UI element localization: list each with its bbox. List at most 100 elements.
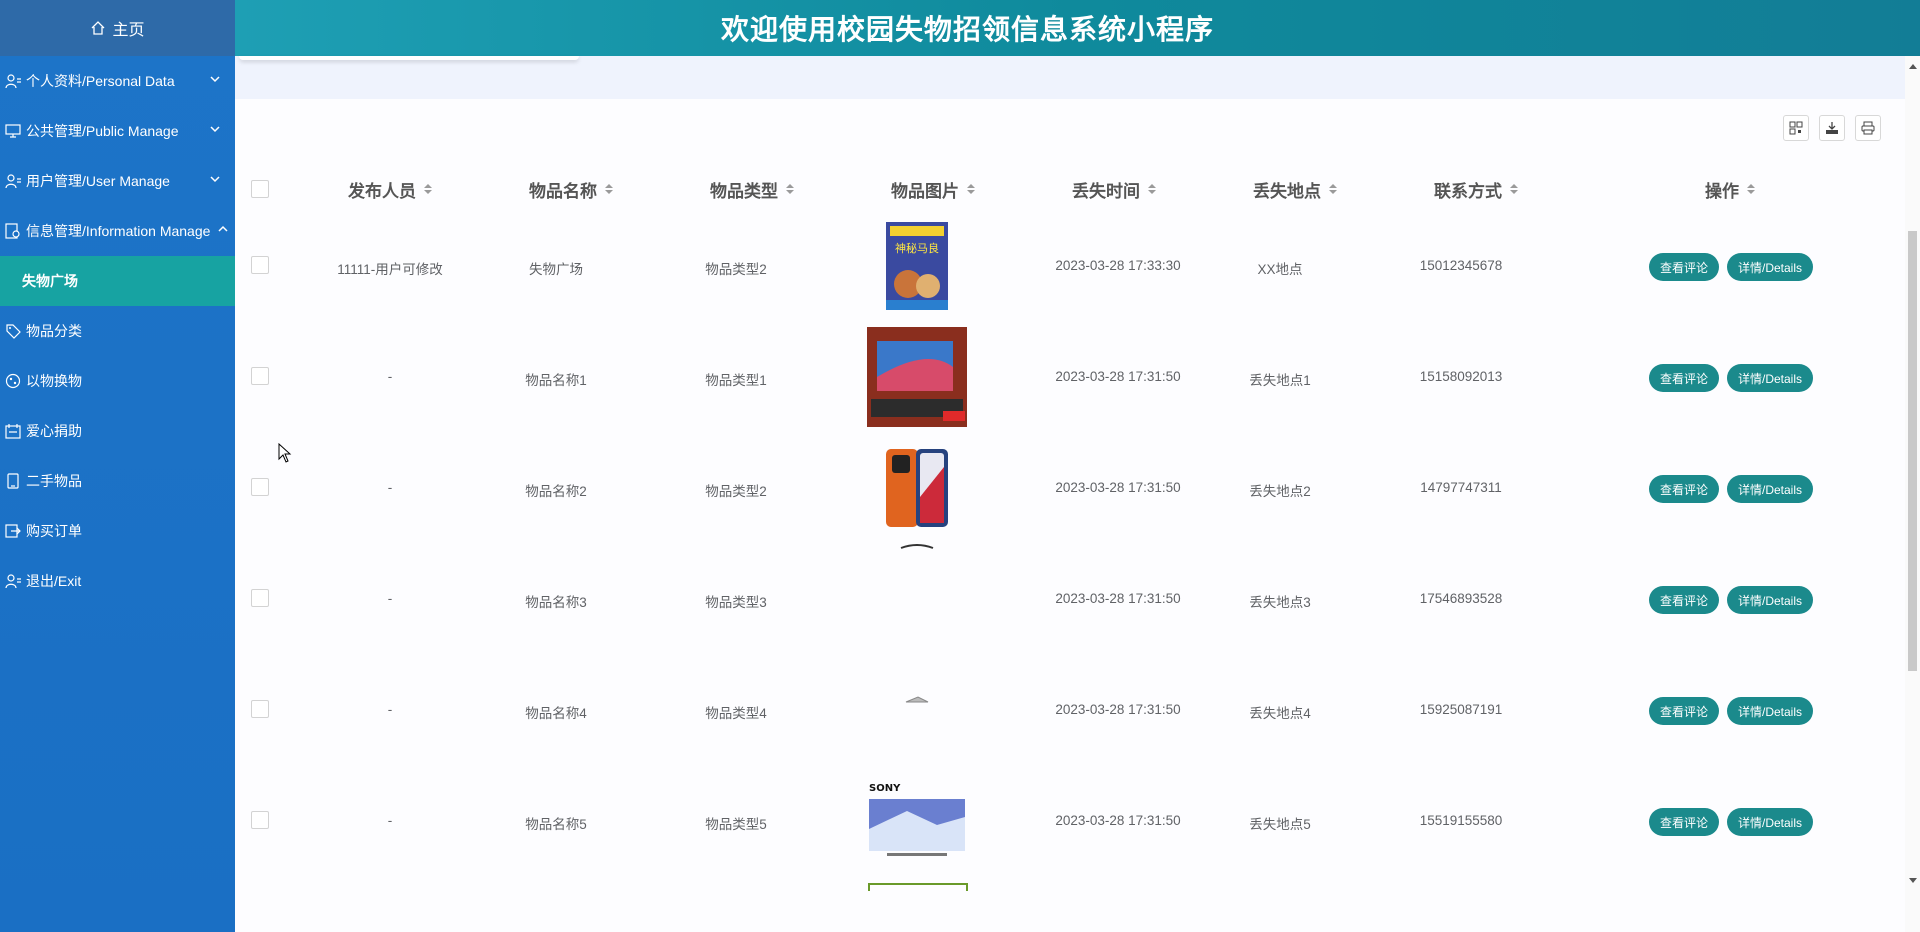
export-button[interactable] [1819, 115, 1845, 141]
details-button[interactable]: 详情/Details [1727, 253, 1813, 281]
sidebar-item-donation[interactable]: 爱心捐助 [0, 406, 235, 456]
vertical-scrollbar[interactable] [1905, 56, 1920, 932]
chevron-down-icon [210, 176, 220, 183]
cell-contact: 15158092013 [1419, 369, 1503, 384]
item-image-laptop[interactable] [867, 327, 967, 427]
item-image-tv[interactable]: SONY [867, 771, 967, 871]
cell-contact: 17546893528 [1419, 591, 1503, 606]
row-checkbox[interactable] [251, 811, 269, 829]
item-image-small-item[interactable] [867, 542, 967, 642]
phone-icon [4, 472, 22, 490]
item-image-small-item-2[interactable] [867, 650, 967, 750]
sidebar-item-public-manage[interactable]: 公共管理/Public Manage [0, 106, 235, 156]
logout-box-icon [4, 522, 22, 540]
view-comments-button[interactable]: 查看评论 [1649, 253, 1719, 281]
qrcode-icon [1789, 121, 1803, 135]
sidebar-item-label: 个人资料/Personal Data [26, 73, 175, 89]
sidebar-item-exchange[interactable]: 以物换物 [0, 356, 235, 406]
sidebar-item-personal-data[interactable]: 个人资料/Personal Data [0, 56, 235, 106]
details-button[interactable]: 详情/Details [1727, 697, 1813, 725]
home-label: 主页 [112, 22, 145, 39]
chevron-down-icon [210, 76, 220, 83]
row-actions: 查看评论 详情/Details [1649, 364, 1813, 392]
search-panel-edge [239, 56, 579, 60]
search-band [235, 56, 1905, 99]
table-toolbar [1783, 115, 1881, 141]
calendar-icon [4, 422, 22, 440]
row-checkbox[interactable] [251, 589, 269, 607]
sidebar-item-lost-square[interactable]: 失物广场 [0, 256, 235, 306]
sidebar-item-label: 爱心捐助 [26, 423, 82, 439]
qrcode-button[interactable] [1783, 115, 1809, 141]
th-item-image[interactable]: 物品图片 [833, 177, 1033, 202]
book-title-text: 神秘马良 [895, 241, 939, 255]
sidebar-item-item-category[interactable]: 物品分类 [0, 306, 235, 356]
details-button[interactable]: 详情/Details [1727, 364, 1813, 392]
row-actions: 查看评论 详情/Details [1649, 253, 1813, 281]
scroll-down-icon[interactable] [1909, 878, 1917, 883]
chevron-down-icon [210, 126, 220, 133]
sort-icon [424, 184, 432, 194]
exchange-icon [4, 372, 22, 390]
cell-lost-place: 丢失地点3 [1249, 595, 1311, 610]
view-comments-button[interactable]: 查看评论 [1649, 475, 1719, 503]
cell-item-name: 物品名称4 [525, 706, 587, 721]
user-icon [4, 572, 22, 590]
sidebar-item-information-manage[interactable]: 信息管理/Information Manage [0, 206, 235, 256]
tag-icon [4, 322, 22, 340]
row-checkbox[interactable] [251, 700, 269, 718]
cell-item-name: 物品名称1 [525, 373, 587, 388]
scrollbar-thumb[interactable] [1908, 231, 1917, 671]
home-icon [92, 21, 105, 35]
table-header: 发布人员 物品名称 物品类型 物品图片 丢失时间 丢失地点 联系方式 操作 [235, 166, 1905, 212]
print-button[interactable] [1855, 115, 1881, 141]
th-publisher[interactable]: 发布人员 [290, 177, 490, 202]
scroll-up-icon[interactable] [1909, 64, 1917, 69]
th-actions[interactable]: 操作 [1630, 177, 1830, 202]
th-contact[interactable]: 联系方式 [1376, 177, 1576, 202]
cell-lost-place: XX地点 [1257, 262, 1303, 277]
details-button[interactable]: 详情/Details [1727, 475, 1813, 503]
sidebar-item-second-hand[interactable]: 二手物品 [0, 456, 235, 506]
th-item-name[interactable]: 物品名称 [471, 177, 671, 202]
sidebar-item-exit[interactable]: 退出/Exit [0, 556, 235, 606]
cell-item-name: 物品名称5 [525, 817, 587, 832]
sidebar-item-user-manage[interactable]: 用户管理/User Manage [0, 156, 235, 206]
sort-icon [967, 184, 975, 194]
cell-item-name: 失物广场 [529, 262, 583, 277]
details-button[interactable]: 详情/Details [1727, 808, 1813, 836]
cell-item-type: 物品类型1 [705, 373, 767, 388]
row-actions: 查看评论 详情/Details [1649, 586, 1813, 614]
item-image-book[interactable]: 神秘马良 [867, 216, 967, 316]
th-lost-place[interactable]: 丢失地点 [1195, 177, 1395, 202]
home-link[interactable]: 主页 [0, 0, 235, 56]
view-comments-button[interactable]: 查看评论 [1649, 364, 1719, 392]
item-image-phone[interactable] [867, 438, 967, 538]
main-content: 发布人员 物品名称 物品类型 物品图片 丢失时间 丢失地点 联系方式 操作 11… [235, 56, 1905, 932]
sidebar-item-label: 二手物品 [26, 473, 82, 489]
sort-icon [1747, 184, 1755, 194]
cell-contact: 14797747311 [1420, 480, 1502, 495]
cell-item-type: 物品类型2 [705, 484, 767, 499]
cell-contact: 15012345678 [1419, 258, 1503, 273]
cell-item-type: 物品类型5 [705, 817, 767, 832]
chevron-up-icon [218, 225, 228, 232]
view-comments-button[interactable]: 查看评论 [1649, 586, 1719, 614]
th-item-type[interactable]: 物品类型 [652, 177, 852, 202]
view-comments-button[interactable]: 查看评论 [1649, 697, 1719, 725]
top-header: 欢迎使用校园失物招领信息系统小程序 [235, 0, 1920, 56]
select-all-checkbox[interactable] [251, 180, 269, 198]
row-checkbox[interactable] [251, 367, 269, 385]
th-lost-time[interactable]: 丢失时间 [1014, 177, 1214, 202]
cell-lost-place: 丢失地点5 [1249, 817, 1311, 832]
details-button[interactable]: 详情/Details [1727, 586, 1813, 614]
cell-item-type: 物品类型2 [705, 262, 767, 277]
row-actions: 查看评论 详情/Details [1649, 697, 1813, 725]
row-checkbox[interactable] [251, 478, 269, 496]
cell-item-type: 物品类型3 [705, 595, 767, 610]
row-checkbox[interactable] [251, 256, 269, 274]
print-icon [1861, 121, 1875, 135]
sidebar-item-orders[interactable]: 购买订单 [0, 506, 235, 556]
view-comments-button[interactable]: 查看评论 [1649, 808, 1719, 836]
monitor-icon [4, 122, 22, 140]
